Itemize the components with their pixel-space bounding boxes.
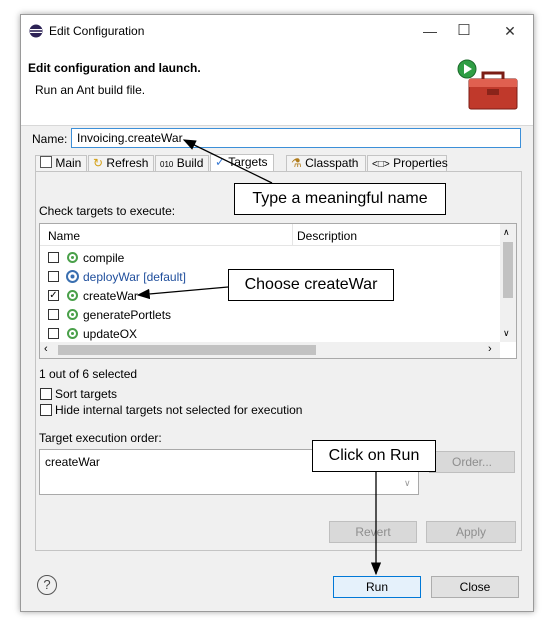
scroll-down-icon[interactable]: ∨	[503, 328, 510, 339]
close-button[interactable]: Close	[431, 576, 519, 598]
targets-section-label: Check targets to execute:	[39, 204, 176, 218]
title-bar: Edit Configuration — ☐ ✕	[21, 15, 533, 47]
tab-classpath[interactable]: ⚗ Classpath	[286, 155, 366, 172]
target-name: generatePortlets	[83, 308, 172, 322]
callout-run: Click on Run	[312, 440, 436, 472]
execution-order-item: createWar	[45, 455, 100, 469]
classpath-icon: ⚗	[291, 156, 302, 170]
minimize-button[interactable]: —	[413, 15, 447, 47]
revert-button[interactable]: Revert	[329, 521, 417, 543]
target-name: createWar	[83, 289, 138, 303]
scroll-right-icon[interactable]: ›	[488, 343, 492, 355]
target-name: compile	[83, 251, 125, 265]
build-icon: 010	[160, 160, 174, 169]
tab-refresh[interactable]: ↻ Refresh	[88, 155, 154, 172]
targets-icon: ✓	[215, 155, 226, 169]
horizontal-scrollbar[interactable]: ‹ ›	[40, 342, 500, 358]
target-name-link[interactable]: deployWar [default]	[83, 270, 186, 284]
name-label: Name:	[32, 132, 68, 146]
edit-configuration-dialog: Edit Configuration — ☐ ✕ Edit configurat…	[20, 14, 534, 612]
hide-internal-checkbox[interactable]	[40, 404, 52, 416]
target-checkbox[interactable]	[48, 271, 59, 282]
target-icon	[67, 328, 78, 339]
sort-targets-label: Sort targets	[55, 387, 118, 401]
target-row-generateportlets[interactable]: generatePortlets	[44, 306, 296, 325]
tab-main[interactable]: Main	[35, 155, 87, 172]
header-title: Edit configuration and launch.	[28, 61, 201, 75]
target-icon	[67, 252, 78, 263]
close-window-button[interactable]: ✕	[493, 15, 527, 47]
default-target-icon	[66, 270, 79, 283]
window-title: Edit Configuration	[49, 24, 145, 38]
name-input[interactable]: Invoicing.createWar	[71, 128, 521, 148]
sort-targets-checkbox[interactable]	[40, 388, 52, 400]
target-checkbox[interactable]	[48, 309, 59, 320]
tab-properties[interactable]: <□> Properties	[367, 155, 448, 172]
refresh-icon: ↻	[93, 156, 104, 170]
hide-internal-label: Hide internal targets not selected for e…	[55, 403, 303, 417]
name-input-value: Invoicing.createWar	[77, 131, 183, 145]
selection-count: 1 out of 6 selected	[39, 367, 138, 381]
list-scroll-down-icon[interactable]: ∨	[404, 478, 411, 489]
run-button[interactable]: Run	[333, 576, 421, 598]
vertical-scroll-thumb[interactable]	[503, 242, 513, 298]
target-checkbox-checked[interactable]: ✓	[48, 290, 59, 301]
maximize-button[interactable]: ☐	[447, 15, 481, 47]
target-checkbox[interactable]	[48, 252, 59, 263]
execution-order-label: Target execution order:	[39, 431, 162, 445]
target-checkbox[interactable]	[48, 328, 59, 339]
target-row-compile[interactable]: compile	[44, 249, 296, 268]
vertical-scrollbar[interactable]: ∧ ∨	[500, 224, 516, 342]
column-divider	[292, 224, 293, 245]
column-header-name[interactable]: Name	[48, 229, 80, 243]
callout-choose: Choose createWar	[228, 269, 394, 301]
callout-name: Type a meaningful name	[234, 183, 446, 215]
main-tab-icon	[40, 156, 52, 168]
tab-build[interactable]: 010 Build	[155, 155, 209, 172]
table-header: Name Description	[40, 224, 516, 246]
apply-button[interactable]: Apply	[426, 521, 516, 543]
order-button[interactable]: Order...	[429, 451, 515, 473]
help-icon[interactable]: ?	[37, 575, 57, 595]
properties-icon: <□>	[372, 159, 390, 170]
scroll-up-icon[interactable]: ∧	[503, 227, 510, 238]
horizontal-scroll-thumb[interactable]	[58, 345, 316, 355]
dialog-header: Edit configuration and launch. Run an An…	[21, 47, 533, 126]
ant-toolbox-icon	[457, 59, 518, 110]
header-subtitle: Run an Ant build file.	[35, 83, 146, 97]
eclipse-icon	[29, 24, 43, 38]
column-header-description[interactable]: Description	[297, 229, 357, 243]
target-icon	[67, 290, 78, 301]
target-name: updateOX	[83, 327, 138, 341]
scroll-left-icon[interactable]: ‹	[44, 343, 48, 355]
target-icon	[67, 309, 78, 320]
